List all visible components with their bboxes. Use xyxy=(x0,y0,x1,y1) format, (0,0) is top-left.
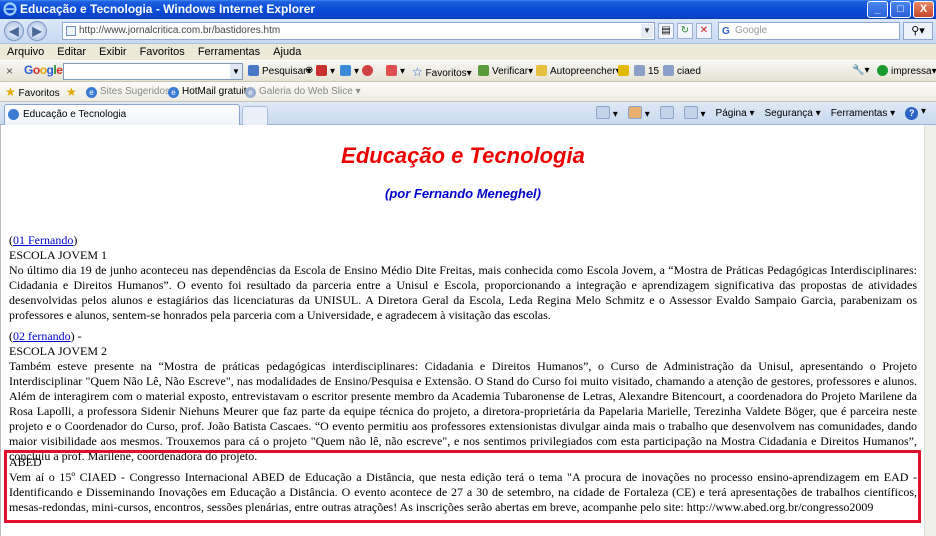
menu-ajuda[interactable]: Ajuda xyxy=(273,44,301,60)
article-heading: ABED xyxy=(9,455,42,469)
article-link-line: (02 fernando) - xyxy=(9,329,82,343)
status-dot-icon xyxy=(877,65,888,76)
print-button[interactable]: ▾ xyxy=(683,106,706,120)
article-link[interactable]: 02 fernando xyxy=(13,329,71,343)
ie-logo-icon xyxy=(3,2,17,16)
favoritos-toolbar-button[interactable]: ☆ Favoritos▾ xyxy=(412,65,472,79)
seguranca-menu[interactable]: Segurança ▾ xyxy=(765,108,821,119)
ciaed-search-button[interactable]: ciaed xyxy=(663,65,701,77)
back-button[interactable]: ◀ xyxy=(4,21,24,41)
search-button[interactable]: ⚲▾ xyxy=(903,22,933,40)
ie-page-icon: e xyxy=(168,87,179,98)
tab-row: Educação e Tecnologia ▾ ▾ ▾ Página ▾ Seg… xyxy=(0,102,936,125)
vertical-scrollbar[interactable] xyxy=(924,125,936,536)
verificar-button[interactable]: Verificar▾ xyxy=(478,65,533,77)
article-body: Vem aí o 15º CIAED - Congresso Internaci… xyxy=(9,470,917,514)
ie-page-icon: e xyxy=(86,87,97,98)
page-content: Educação e Tecnologia (por Fernando Mene… xyxy=(0,125,924,536)
google-search-icon: G xyxy=(722,26,730,37)
share-icon[interactable]: ⊕ xyxy=(305,65,313,76)
favorites-bar: ★ Favoritos ★ eSites Sugeridos ▾ eHotMai… xyxy=(0,82,936,102)
maximize-button[interactable]: □ xyxy=(890,1,911,18)
star-icon: ★ xyxy=(5,85,16,99)
article-link-line: (01 Fernando) xyxy=(9,233,78,247)
help-icon: ? xyxy=(905,107,919,120)
google-dropdown-icon[interactable]: ▼ xyxy=(230,64,242,79)
close-toolbar-icon[interactable]: × xyxy=(6,64,13,78)
pagerank-icon[interactable]: ▾ xyxy=(386,65,405,77)
search-icon xyxy=(248,65,259,76)
print-icon xyxy=(683,106,698,119)
article-escola-jovem-1: (01 Fernando) ESCOLA JOVEM 1 No último d… xyxy=(9,233,917,323)
page-subtitle: (por Fernando Meneghel) xyxy=(385,186,541,201)
article-body: No último dia 19 de junho aconteceu nas … xyxy=(9,263,917,322)
menu-bar: Arquivo Editar Exibir Favoritos Ferramen… xyxy=(0,44,936,60)
autopreencher-button[interactable]: Autopreencher▾ xyxy=(536,65,621,77)
add-favorite-icon[interactable]: ★ xyxy=(66,82,77,104)
wrench-icon[interactable]: 🔧▾ xyxy=(852,65,869,76)
article-escola-jovem-2: (02 fernando) - ESCOLA JOVEM 2 Também es… xyxy=(9,329,917,464)
menu-editar[interactable]: Editar xyxy=(57,44,86,60)
search-placeholder: Google xyxy=(735,25,768,36)
rss-icon xyxy=(627,106,642,119)
menu-favoritos[interactable]: Favoritos xyxy=(140,44,185,60)
galeria-link[interactable]: e Galeria do Web Slice ▾ xyxy=(245,82,361,102)
menu-ferramentas[interactable]: Ferramentas xyxy=(198,44,260,60)
highlight-button[interactable]: 15 xyxy=(634,65,659,77)
page-icon xyxy=(66,26,76,36)
new-tab-button[interactable] xyxy=(242,106,268,125)
home-button[interactable]: ▾ xyxy=(596,106,618,120)
menu-arquivo[interactable]: Arquivo xyxy=(7,44,44,60)
window-titlebar: Educação e Tecnologia - Windows Internet… xyxy=(0,0,936,19)
tab-label: Educação e Tecnologia xyxy=(23,109,127,120)
google-search-input[interactable]: ▼ xyxy=(63,63,243,80)
url-text: http://www.jornalcritica.com.br/bastidor… xyxy=(79,25,281,36)
url-dropdown-icon[interactable]: ▼ xyxy=(641,24,653,38)
ie-page-icon: e xyxy=(245,87,256,98)
url-input[interactable]: http://www.jornalcritica.com.br/bastidor… xyxy=(62,22,655,40)
refresh-icon[interactable]: ↻ xyxy=(677,23,693,39)
forward-button[interactable]: ▶ xyxy=(27,21,47,41)
google-logo[interactable]: Google xyxy=(24,63,63,77)
close-button[interactable]: X xyxy=(913,1,934,18)
ferramentas-menu[interactable]: Ferramentas ▾ xyxy=(831,108,896,119)
pagina-menu[interactable]: Página ▾ xyxy=(716,108,755,119)
google-toolbar: × Google ▼ Pesquisar▾ ⊕ ▾ ▾ ▾ ☆ Favorito… xyxy=(0,60,936,82)
article-link[interactable]: 01 Fernando xyxy=(13,233,73,247)
impressa-button[interactable]: impressa▾ xyxy=(877,65,936,77)
mail-icon xyxy=(659,106,674,119)
article-heading: ESCOLA JOVEM 1 xyxy=(9,248,108,262)
find-icon xyxy=(663,65,674,76)
autofill-icon xyxy=(536,65,547,76)
popup-blocker-icon[interactable]: ▾ xyxy=(316,65,335,77)
home-icon xyxy=(596,106,611,119)
article-heading: ESCOLA JOVEM 2 xyxy=(9,344,108,358)
window-title: Educação e Tecnologia - Windows Internet… xyxy=(20,2,316,16)
feeds-button[interactable]: ▾ xyxy=(627,106,650,120)
favoritos-button[interactable]: ★ Favoritos xyxy=(5,82,60,104)
address-bar: ◀ ▶ http://www.jornalcritica.com.br/bast… xyxy=(0,19,936,44)
tab-educacao[interactable]: Educação e Tecnologia xyxy=(4,104,240,125)
page-title: Educação e Tecnologia xyxy=(341,143,585,168)
stop-icon[interactable]: ✕ xyxy=(696,23,712,39)
ie-page-icon xyxy=(8,109,19,120)
pesquisar-button[interactable]: Pesquisar▾ xyxy=(248,65,312,77)
plus-icon[interactable]: ▾ xyxy=(340,65,359,77)
compatibility-icon[interactable]: ▤ xyxy=(658,23,674,39)
pencil-icon[interactable] xyxy=(618,65,632,77)
article-body: Também esteve presente na “Mostra de prá… xyxy=(9,359,917,463)
translate-icon[interactable] xyxy=(362,65,376,77)
search-input[interactable]: G Google xyxy=(718,22,900,40)
sites-sugeridos-link[interactable]: eSites Sugeridos ▾ xyxy=(86,82,178,102)
hotmail-link[interactable]: e HotMail gratuito xyxy=(168,82,252,102)
minimize-button[interactable]: _ xyxy=(867,1,888,18)
highlight-icon xyxy=(634,65,645,76)
help-button[interactable]: ? ▾ xyxy=(905,106,926,120)
mail-button[interactable] xyxy=(659,106,674,120)
menu-exibir[interactable]: Exibir xyxy=(99,44,127,60)
article-abed: ABED Vem aí o 15º CIAED - Congresso Inte… xyxy=(9,455,917,515)
check-icon xyxy=(478,65,489,76)
